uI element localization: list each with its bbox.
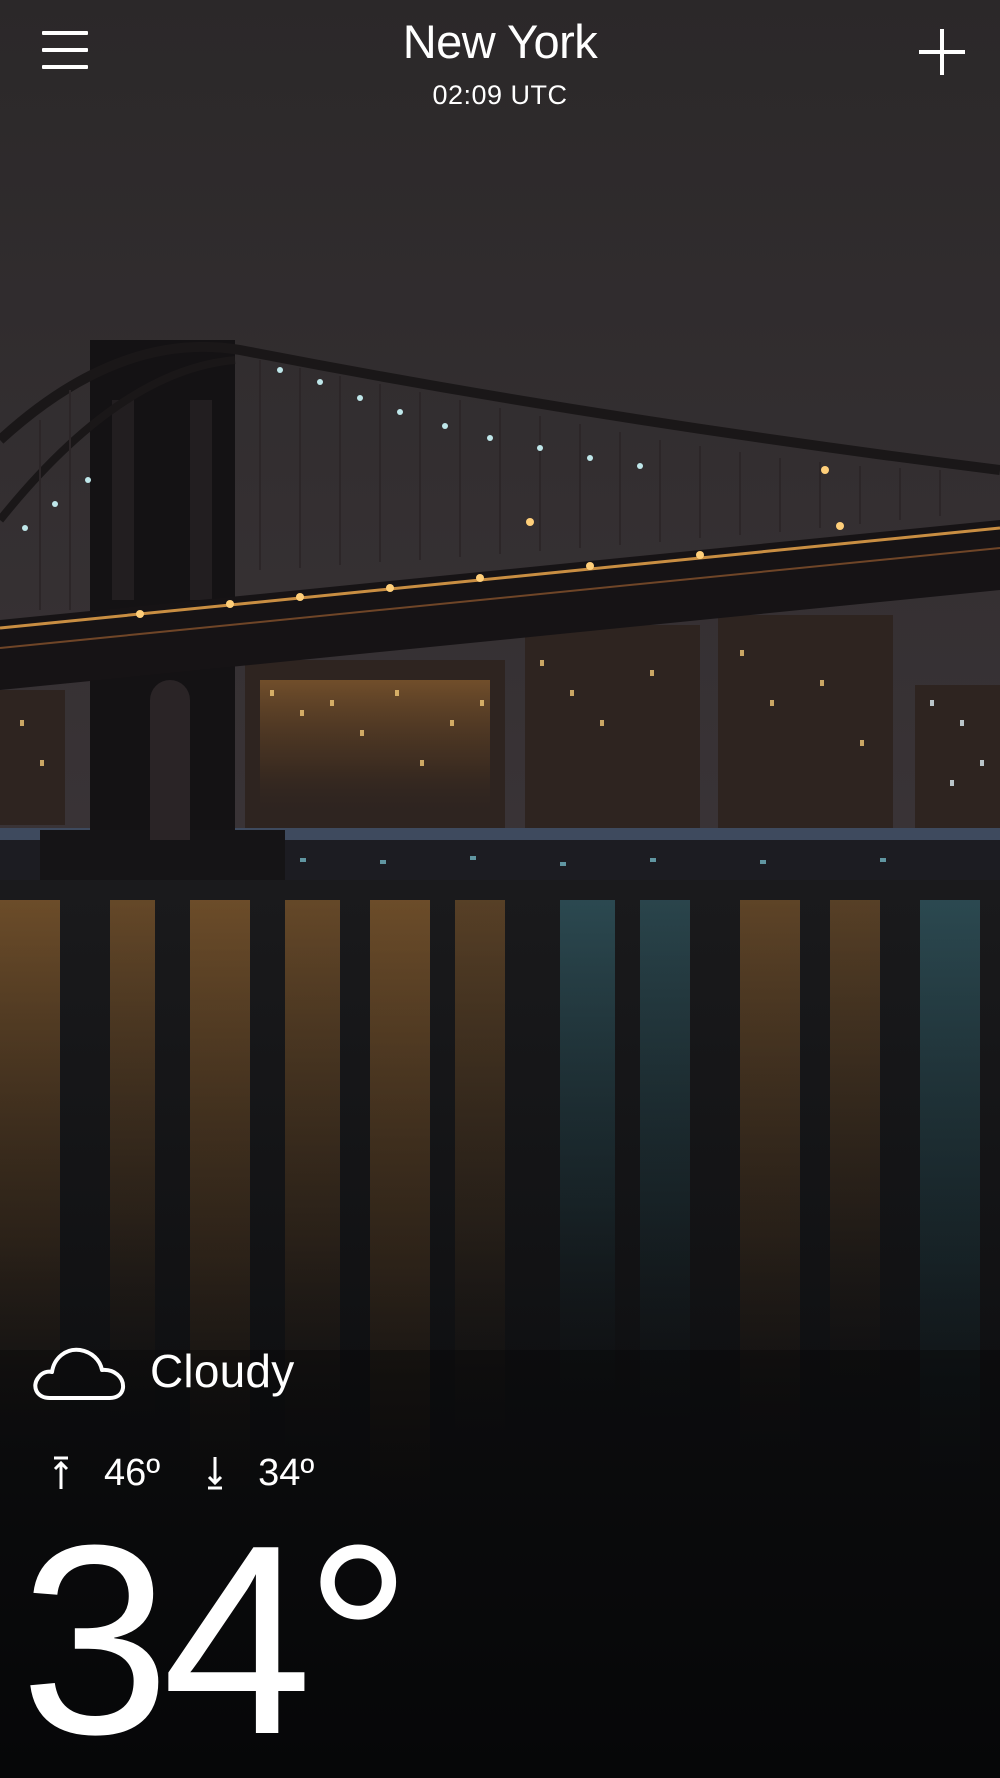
- add-location-button[interactable]: [914, 24, 970, 80]
- header: New York 02:09 UTC: [0, 0, 1000, 120]
- plus-icon-stroke: [940, 29, 944, 75]
- arrow-up-icon: [53, 1456, 69, 1489]
- condition-label: Cloudy: [150, 1345, 295, 1397]
- cloud-icon: [33, 1347, 126, 1400]
- high-temp: 46º: [104, 1451, 161, 1494]
- weather-condition: Cloudy: [28, 1336, 294, 1406]
- low-temp: 34º: [258, 1451, 315, 1494]
- current-temperature: 34°: [20, 1490, 412, 1778]
- city-name: New York: [402, 15, 598, 68]
- arrow-down-icon: [208, 1457, 223, 1490]
- weather-screen: New York 02:09 UTC Cloudy 46º 34º 34°: [0, 0, 1000, 1778]
- local-time: 02:09 UTC: [432, 80, 568, 110]
